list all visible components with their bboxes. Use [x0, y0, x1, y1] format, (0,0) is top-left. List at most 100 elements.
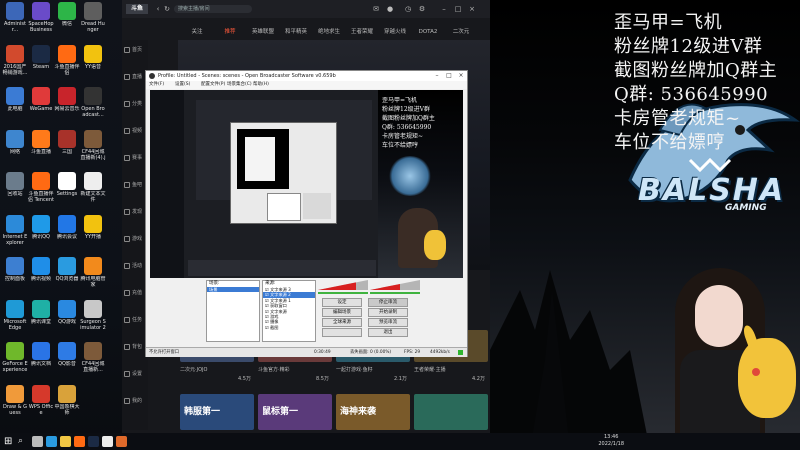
- douyu-logo[interactable]: 斗鱼: [126, 4, 148, 14]
- minimize-icon[interactable]: –: [431, 71, 443, 81]
- tab-1[interactable]: 推荐: [215, 26, 245, 38]
- douyu-icon[interactable]: [74, 436, 85, 447]
- desktop-icon[interactable]: CF44回城直播新(4).jpg: [80, 129, 106, 161]
- obs-button[interactable]: [322, 328, 362, 337]
- tab-4[interactable]: 绝地求生: [314, 26, 344, 38]
- steam-icon[interactable]: [88, 436, 99, 447]
- desktop-icon[interactable]: 斗鱼直播伴侣: [54, 44, 80, 76]
- browser-icon[interactable]: [46, 436, 57, 447]
- obs-button[interactable]: 编辑场景: [322, 308, 362, 317]
- avatar[interactable]: ●: [386, 5, 394, 13]
- sidebar-item[interactable]: 活动: [124, 262, 146, 270]
- sidebar-item[interactable]: 我的: [124, 397, 146, 405]
- tab-2[interactable]: 英雄联盟: [248, 26, 278, 38]
- obs-menu-item[interactable]: 设置(S): [175, 81, 190, 89]
- desktop-icon[interactable]: 网易云音乐: [54, 87, 80, 112]
- search-input[interactable]: 搜索主播/房间: [174, 5, 252, 13]
- tab-5[interactable]: 王者荣耀: [347, 26, 377, 38]
- tab-0[interactable]: 关注: [182, 26, 212, 38]
- obs-button[interactable]: 设定: [322, 298, 362, 307]
- maximize-icon[interactable]: □: [454, 5, 462, 13]
- desktop-icon[interactable]: YY开播: [80, 214, 106, 240]
- scene-item[interactable]: 场景: [207, 287, 259, 293]
- minimize-icon[interactable]: –: [440, 5, 448, 13]
- search-icon[interactable]: ⌕: [18, 436, 29, 447]
- desktop-icon[interactable]: WeGame: [28, 87, 54, 112]
- maximize-icon[interactable]: □: [443, 71, 455, 81]
- desktop-icon[interactable]: 腾讯视频: [28, 257, 54, 282]
- back-icon[interactable]: ‹: [154, 5, 162, 13]
- obs-menu-item[interactable]: 配置文件(P): [201, 81, 225, 89]
- explorer-icon[interactable]: [60, 436, 71, 447]
- desktop-icon[interactable]: WPS Office: [28, 384, 54, 416]
- desktop-icon[interactable]: 中国象棋大师: [54, 384, 80, 416]
- sidebar-item[interactable]: 分类: [124, 100, 146, 108]
- refresh-icon[interactable]: ↻: [163, 5, 171, 13]
- desktop-icon[interactable]: Administr...: [2, 2, 28, 33]
- scenes-list[interactable]: 场景: 场景: [206, 280, 260, 342]
- desktop-icon[interactable]: 此电脑: [2, 87, 28, 112]
- close-icon[interactable]: ×: [468, 5, 476, 13]
- sidebar-item[interactable]: 视频: [124, 127, 146, 135]
- mic-volume-meter[interactable]: [370, 280, 420, 290]
- desktop-icon[interactable]: 腾讯QQ: [28, 214, 54, 240]
- obs-button[interactable]: 预览串流: [368, 318, 408, 327]
- obs-menu-item[interactable]: 文件(F): [149, 81, 164, 89]
- message-icon[interactable]: ✉: [372, 5, 380, 13]
- obs-button[interactable]: 开始录制: [368, 308, 408, 317]
- close-icon[interactable]: ×: [455, 71, 467, 81]
- sidebar-item[interactable]: 赛事: [124, 154, 146, 162]
- tab-8[interactable]: 二次元: [446, 26, 476, 38]
- sidebar-item[interactable]: 发现: [124, 208, 146, 216]
- sidebar-item[interactable]: 游戏: [124, 235, 146, 243]
- desktop-icon[interactable]: Dread Hunger: [80, 2, 106, 33]
- desktop-icon[interactable]: 腾讯文档: [28, 342, 54, 367]
- player-icon[interactable]: [116, 436, 127, 447]
- desktop-icon[interactable]: QQ影音: [54, 342, 80, 367]
- obs-button[interactable]: 停止串流: [368, 298, 408, 307]
- start-icon[interactable]: ⊞: [4, 436, 15, 447]
- desktop-icon[interactable]: 斗鱼直播伴侣 Tencent Bro...: [28, 172, 54, 203]
- desktop-icon[interactable]: Internet Explorer: [2, 214, 28, 246]
- desktop-icon[interactable]: Draw & Guess: [2, 384, 28, 416]
- desktop-icon[interactable]: GeForce Experience: [2, 342, 28, 373]
- history-icon[interactable]: ◷: [404, 5, 412, 13]
- obs-menu-item[interactable]: 帮助(H): [253, 81, 269, 89]
- sidebar-item[interactable]: 鱼吧: [124, 181, 146, 189]
- desktop-icon[interactable]: Steam: [28, 44, 54, 70]
- desktop-icon[interactable]: SpaceHop Business: [28, 2, 54, 33]
- desktop-icon[interactable]: 网络: [2, 129, 28, 155]
- taskbar-clock[interactable]: 13:46 2022/1/18: [598, 434, 624, 448]
- desktop-icon[interactable]: CF44回城直播新...: [80, 342, 106, 373]
- desktop-icon[interactable]: 腾讯会议: [54, 214, 80, 240]
- desktop-icon[interactable]: Open Broadcast...: [80, 87, 106, 118]
- sidebar-item[interactable]: 设置: [124, 370, 146, 378]
- task-view-icon[interactable]: [32, 436, 43, 447]
- stream-card-thumb[interactable]: [414, 394, 488, 430]
- desktop-icon[interactable]: Microsoft Edge: [2, 299, 28, 331]
- gear-icon[interactable]: ⚙: [418, 5, 426, 13]
- sidebar-item[interactable]: 背包: [124, 343, 146, 351]
- tab-6[interactable]: 穿越火线: [380, 26, 410, 38]
- tab-3[interactable]: 和平精英: [281, 26, 311, 38]
- desktop-icon[interactable]: 腾讯课堂: [28, 299, 54, 325]
- desktop-icon[interactable]: Settings: [54, 172, 80, 197]
- sidebar-item[interactable]: 首页: [124, 46, 146, 54]
- desktop-icon[interactable]: 斗鱼直播: [28, 129, 54, 155]
- tab-7[interactable]: DOTA2: [413, 26, 443, 38]
- desktop-icon[interactable]: Surgeon Simulator 2: [80, 299, 106, 331]
- desktop-icon[interactable]: 回收站: [2, 172, 28, 197]
- sidebar-item[interactable]: 任务: [124, 316, 146, 324]
- desktop-icon[interactable]: 2016国产畅销游戏...: [2, 44, 28, 76]
- sources-list[interactable]: 来源: ☑ 文字来源 3 ☑ 文字来源 2 ☑ 文字来源 1 ☑ 获取窗口 ☑ 文字来源…: [262, 280, 316, 342]
- desktop-icon[interactable]: 新建文本文件: [80, 172, 106, 203]
- obs-menu-item[interactable]: 场景集合(C): [227, 81, 252, 89]
- source-item[interactable]: ☑ 截图: [263, 325, 315, 330]
- desktop-icon[interactable]: YY语音: [80, 44, 106, 70]
- sidebar-item[interactable]: 充值: [124, 289, 146, 297]
- obs-preview[interactable]: 歪马甲=飞机 粉丝牌12级进V群 截图粉丝牌加Q群主 Q群: 536645990 卡房管…: [150, 90, 463, 278]
- desktop-icon[interactable]: QQ浏览器: [54, 257, 80, 282]
- obs-button[interactable]: 退出: [368, 328, 408, 337]
- obs-icon[interactable]: [102, 436, 113, 447]
- desktop-icon[interactable]: 微信: [54, 2, 80, 27]
